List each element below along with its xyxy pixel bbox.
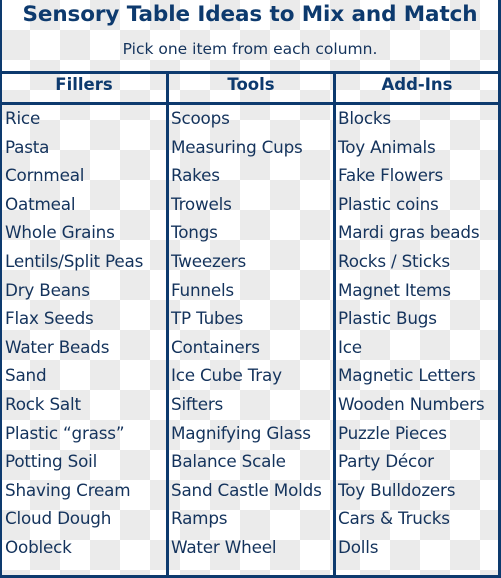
header-top-divider	[2, 71, 498, 74]
list-item: Water Beads	[5, 336, 110, 357]
list-item: Shaving Cream	[5, 479, 131, 500]
list-item: Tongs	[171, 222, 218, 243]
list-item: Party Décor	[338, 451, 434, 472]
list-item: Tweezers	[171, 250, 247, 271]
list-item: Containers	[171, 336, 260, 357]
list-item: Rakes	[171, 165, 220, 186]
column-divider-1	[166, 71, 169, 575]
list-item: Sand Castle Molds	[171, 479, 322, 500]
list-item: Sifters	[171, 393, 224, 414]
list-item: Mardi gras beads	[338, 222, 480, 243]
column-tools: Scoops Measuring Cups Rakes Trowels Tongs Twe…	[171, 105, 322, 563]
list-item: Lentils/Split Peas	[5, 250, 144, 271]
list-item: Magnet Items	[338, 279, 451, 300]
list-item: Measuring Cups	[171, 136, 303, 157]
list-item: Pasta	[5, 136, 50, 157]
list-item: Sand	[5, 365, 47, 386]
sensory-table-sheet: Sensory Table Ideas to Mix and Match Pic…	[0, 0, 501, 578]
list-item: Wooden Numbers	[338, 393, 485, 414]
column-header-fillers: Fillers	[55, 75, 113, 94]
list-item: TP Tubes	[171, 308, 244, 329]
list-item: Toy Animals	[338, 136, 436, 157]
list-item: Funnels	[171, 279, 234, 300]
list-item: Rice	[5, 108, 41, 128]
list-item: Dry Beans	[5, 279, 90, 300]
list-item: Whole Grains	[5, 222, 115, 243]
list-item: Plastic Bugs	[338, 308, 437, 329]
list-item: Magnifying Glass	[171, 422, 311, 443]
column-fillers: Rice Pasta Cornmeal Oatmeal Whole Grains Lent…	[5, 105, 143, 563]
list-item: Plastic coins	[338, 193, 439, 214]
list-item: Oatmeal	[5, 193, 76, 214]
list-item: Magnetic Letters	[338, 365, 476, 386]
page-title: Sensory Table Ideas to Mix and Match	[22, 2, 478, 27]
list-item: Trowels	[171, 193, 232, 214]
list-item: Puzzle Pieces	[338, 422, 447, 443]
list-item: Dolls	[338, 536, 379, 557]
column-header-add-ins: Add-Ins	[381, 75, 453, 94]
list-item: Plastic “grass”	[5, 422, 125, 443]
list-item: Flax Seeds	[5, 308, 94, 329]
list-item: Cloud Dough	[5, 508, 112, 529]
list-item: Ice Cube Tray	[171, 365, 282, 386]
list-item: Potting Soil	[5, 451, 98, 472]
list-item: Toy Bulldozers	[338, 479, 456, 500]
list-item: Water Wheel	[171, 536, 277, 557]
list-item: Rock Salt	[5, 393, 81, 414]
page-subtitle: Pick one item from each column.	[122, 40, 378, 58]
list-item: Fake Flowers	[338, 165, 444, 186]
list-item: Ice	[338, 336, 362, 357]
column-add-ins: Blocks Toy Animals Fake Flowers Plastic coi…	[338, 105, 485, 563]
list-item: Blocks	[338, 108, 391, 128]
list-item: Cornmeal	[5, 165, 85, 186]
list-item: Rocks / Sticks	[338, 250, 450, 271]
list-item: Cars & Trucks	[338, 508, 450, 529]
list-item: Balance Scale	[171, 451, 286, 472]
column-divider-2	[333, 71, 336, 575]
list-item: Scoops	[171, 108, 230, 128]
column-header-tools: Tools	[227, 75, 275, 94]
list-item: Ramps	[171, 508, 228, 529]
list-item: Oobleck	[5, 536, 72, 557]
